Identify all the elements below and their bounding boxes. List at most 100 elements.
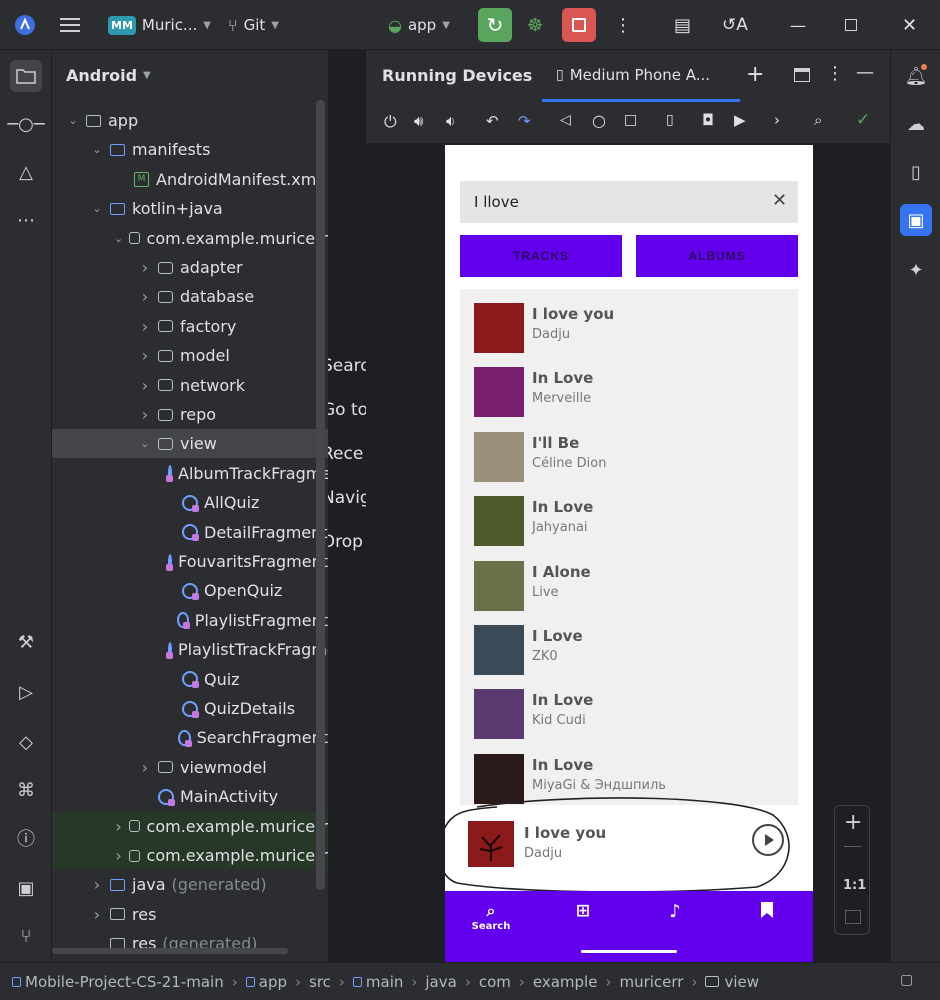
tree-item[interactable]: › res [52,900,328,929]
chevron-down-icon[interactable]: ⌄ [90,202,104,215]
app-logo-icon[interactable] [14,0,36,50]
breadcrumb-item[interactable]: main [352,973,403,991]
logcat-icon[interactable]: ⌘ [10,774,42,806]
tree-item[interactable]: DetailFragment [52,518,328,547]
gesture-handle[interactable] [581,950,677,953]
chevron-right-icon[interactable]: › [138,258,152,277]
track-row[interactable]: In Love Merveille [460,353,798,418]
maximize-button[interactable] [845,0,857,50]
chevron-right-icon[interactable]: › [114,817,123,836]
vcs-widget[interactable]: ⑂ Git ▼ [228,0,279,50]
nav-bookmarks[interactable] [732,901,802,945]
tree-item[interactable]: › factory [52,312,328,341]
screenshot-icon[interactable]: ◘ [702,111,714,129]
track-row[interactable]: I Alone Live [460,547,798,611]
chevron-down-icon[interactable]: ⌄ [66,114,80,127]
screen-record-icon[interactable]: ▶ [734,111,746,129]
home-icon[interactable]: ○ [592,111,606,130]
checkmark-icon[interactable]: ✓ [856,110,870,130]
breadcrumb-item[interactable]: view [705,973,759,991]
tree-item[interactable]: › database [52,282,328,311]
track-row[interactable]: I'll Be Céline Dion [460,418,798,482]
back-icon[interactable]: ◁ [560,112,571,128]
tree-item[interactable]: ⌄ kotlin+java [52,194,328,223]
track-row[interactable]: In Love Jahyanai [460,482,798,547]
clear-icon[interactable]: ✕ [772,190,787,211]
chevron-right-icon[interactable]: › [138,405,152,424]
chevron-down-icon[interactable]: ⌄ [90,143,104,156]
gem-icon[interactable]: ◇ [10,726,42,758]
zoom-out-icon[interactable] [844,846,862,847]
tree-item[interactable]: › java (generated) [52,870,328,899]
tree-item[interactable]: MainActivity [52,782,328,811]
minimize-button[interactable]: — [790,0,806,50]
more-actions-icon[interactable]: ⋮ [614,0,632,50]
rotate-right-icon[interactable]: ↷ [518,112,531,130]
volume-up-icon[interactable]: 🔊︎ [414,112,423,130]
tree-item[interactable]: ⌄ manifests [52,135,328,164]
nav-search[interactable]: ⌕ Search [456,901,526,945]
tree-item[interactable]: PlaylistFragment [52,606,328,635]
chevron-right-icon[interactable]: › [138,758,152,777]
problems-icon[interactable]: ⓘ [10,822,42,854]
terminal-icon[interactable]: ▣ [10,872,42,904]
tree-hscrollbar[interactable] [52,948,288,954]
track-row[interactable]: I love you Dadju [460,289,798,353]
breadcrumb-item[interactable]: Mobile-Project-CS-21-main [12,973,224,991]
add-device-icon[interactable]: + [746,62,764,87]
chevron-right-icon[interactable]: › [90,905,104,924]
nav-playlist[interactable]: ⊞ [548,901,618,945]
tree-scrollbar[interactable] [316,100,325,890]
overview-icon[interactable]: □ [624,112,637,128]
tracks-tab-button[interactable]: TRACKS [460,235,622,277]
tree-item[interactable]: ⌄ com.example.muricerr [52,224,328,253]
tree-item[interactable]: SearchFragment [52,723,328,752]
zoom-fit-icon[interactable] [845,910,861,924]
git-icon[interactable]: ⑂ [10,920,42,952]
chevron-down-icon[interactable]: ⌄ [138,437,152,450]
main-menu-icon[interactable] [60,0,82,50]
chevron-right-icon[interactable]: › [138,376,152,395]
tree-item[interactable]: OpenQuiz [52,576,328,605]
debug-button[interactable]: ☸ [527,0,543,50]
tree-item[interactable]: › model [52,341,328,370]
tree-item[interactable]: › repo [52,400,328,429]
power-icon[interactable]: ⏻ [384,112,397,132]
breadcrumb-item[interactable]: muricerr [619,973,683,991]
breadcrumb-item[interactable]: java [425,973,456,991]
track-list[interactable]: I love you Dadju In Love Merveille I'll Be Cé… [460,289,798,805]
run-icon[interactable]: ▷ [10,676,42,708]
tree-item[interactable]: › com.example.muricerr [52,841,328,870]
zoom-inspect-icon[interactable]: ⌕ [814,111,822,129]
breadcrumb-item[interactable]: app [245,973,287,991]
zoom-in-icon[interactable]: + [844,810,862,835]
tree-item[interactable]: › network [52,371,328,400]
running-devices-icon[interactable]: ▣ [900,204,932,236]
close-button[interactable]: ✕ [902,0,917,50]
chevron-right-icon[interactable]: › [114,846,123,865]
more-tools-icon[interactable]: ⋯ [10,204,42,236]
breadcrumb-item[interactable]: com [479,973,511,991]
app-info-icon[interactable]: ▯ [666,112,674,128]
nav-music[interactable]: ♪ [640,901,710,945]
track-row[interactable]: I Love ZK0 [460,611,798,675]
device-manager-icon[interactable]: ▤ [674,0,691,50]
tree-item[interactable]: › com.example.muricerr [52,811,328,841]
chevron-right-icon[interactable]: › [138,317,152,336]
options-icon[interactable]: ⋮ [826,63,844,84]
albums-tab-button[interactable]: ALBUMS [636,235,798,277]
tree-item[interactable]: AllQuiz [52,488,328,517]
chevron-right-icon[interactable]: › [138,346,152,365]
tree-item[interactable]: FouvaritsFragment [52,547,328,576]
window-layout-icon[interactable] [794,68,810,82]
project-switcher[interactable]: MM Muric... ▼ [108,0,211,50]
stop-button[interactable] [562,0,596,50]
device-file-icon[interactable]: ▯ [900,156,932,188]
tree-item[interactable]: PlaylistTrackFragment [52,635,328,664]
tree-item[interactable]: ⌄ app [52,106,328,135]
volume-down-icon[interactable]: 🔉︎ [446,112,455,130]
hide-panel-icon[interactable]: — [856,62,874,83]
commit-icon[interactable]: ─○─ [7,108,44,140]
chevron-right-icon[interactable]: › [90,875,104,894]
build-hammer-icon[interactable]: ⚒ [10,626,42,658]
